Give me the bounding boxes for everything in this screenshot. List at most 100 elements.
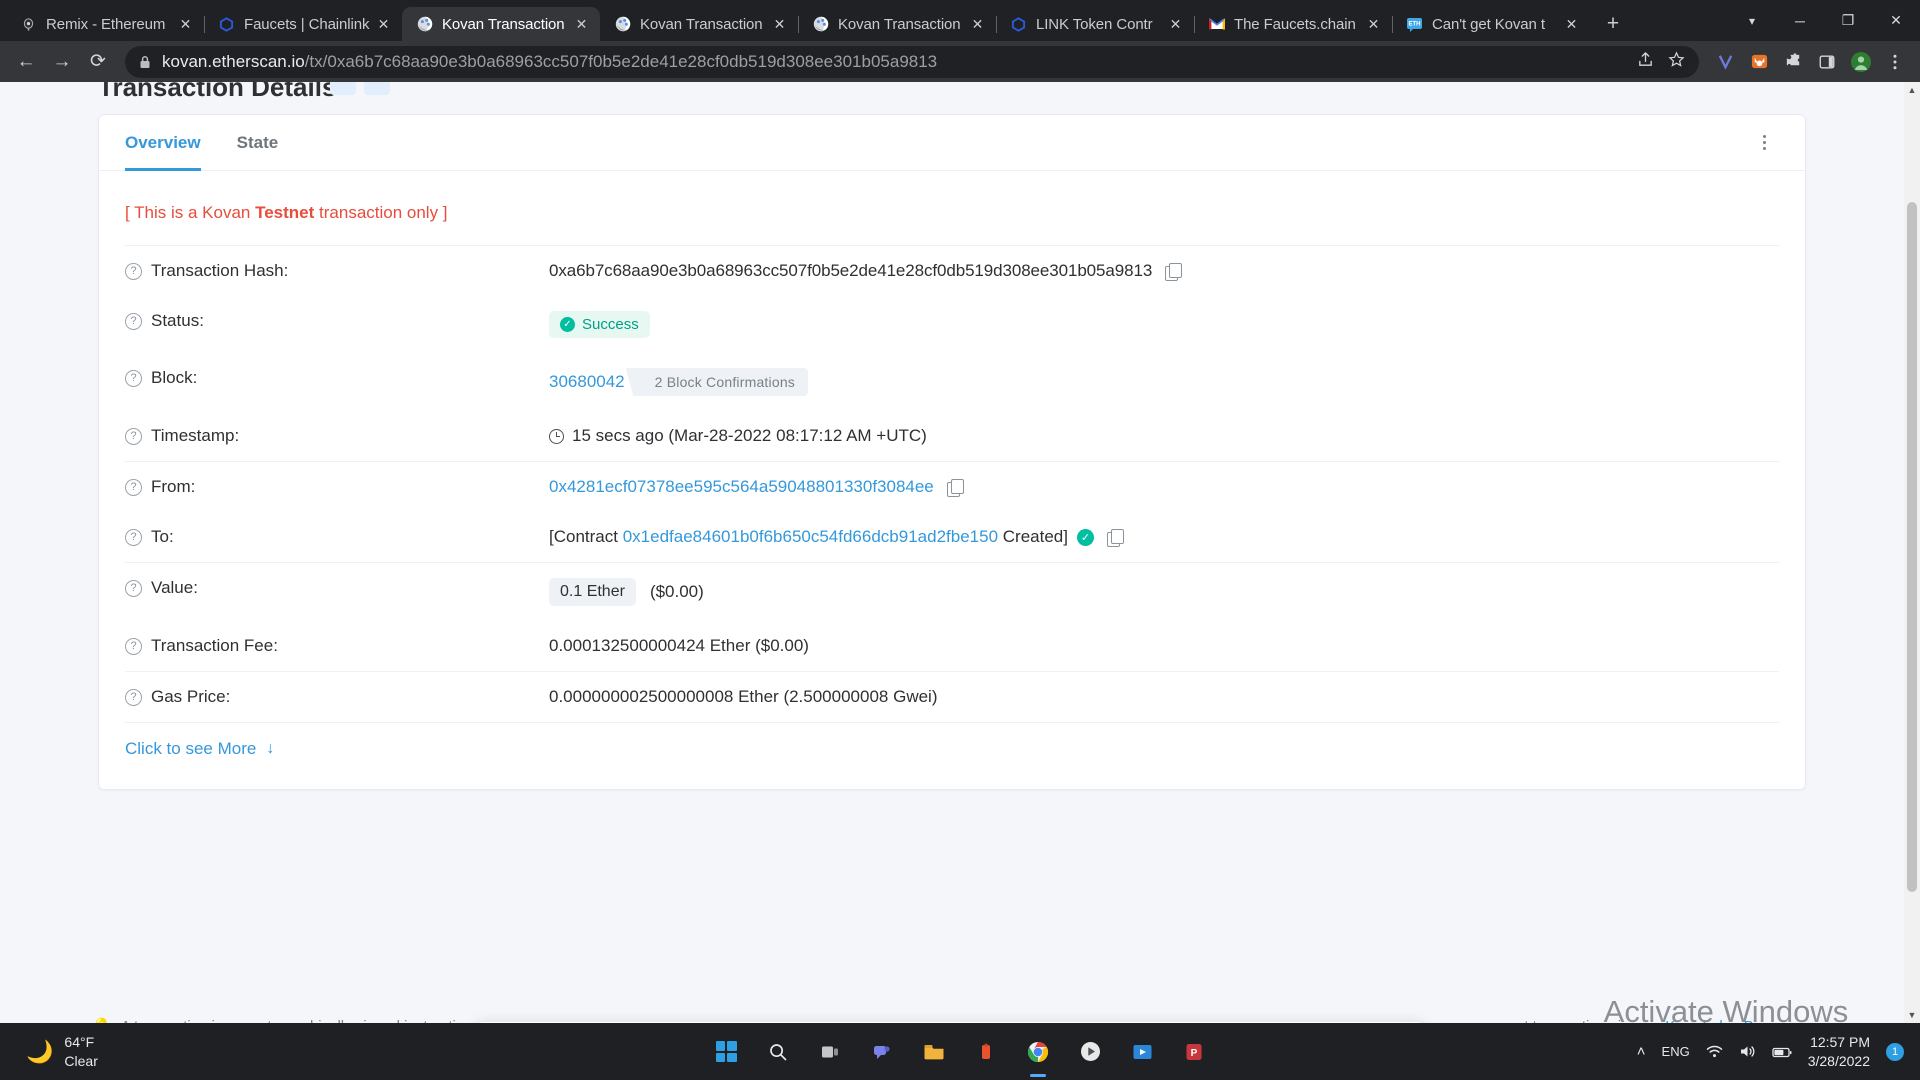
eth-chat-icon: ETH (1406, 16, 1423, 33)
help-icon[interactable]: ? (125, 579, 142, 597)
browser-tab-7[interactable]: ETH Can't get Kovan t ✕ (1392, 7, 1590, 41)
kebab-menu-icon[interactable] (1749, 128, 1779, 158)
copy-icon[interactable] (1106, 528, 1124, 547)
share-icon[interactable] (1637, 51, 1654, 73)
help-icon[interactable]: ? (125, 478, 142, 496)
browser-tab-2[interactable]: Kovan Transaction ✕ (402, 7, 600, 41)
tools-icon[interactable] (971, 1037, 1001, 1067)
close-icon[interactable]: ✕ (176, 15, 195, 34)
file-explorer-icon[interactable] (919, 1037, 949, 1067)
label-text: Status: (151, 311, 204, 330)
copy-icon[interactable] (946, 478, 964, 497)
fox-extension-icon[interactable] (1743, 46, 1775, 78)
help-icon[interactable]: ? (125, 528, 142, 546)
row-value: 0xa6b7c68aa90e3b0a68963cc507f0b5e2de41e2… (549, 261, 1779, 281)
close-icon[interactable]: ✕ (1562, 15, 1581, 34)
help-icon[interactable]: ? (125, 262, 142, 280)
help-icon[interactable]: ? (125, 637, 142, 655)
scroll-up-icon[interactable]: ▲ (1904, 82, 1920, 98)
tab-overview[interactable]: Overview (125, 115, 201, 171)
label-text: Value: (151, 578, 198, 597)
close-icon[interactable]: ✕ (374, 15, 393, 34)
close-window-button[interactable]: ✕ (1872, 0, 1920, 41)
chevron-down-icon[interactable]: ▾ (1728, 0, 1776, 41)
tray-chevron-up-icon[interactable]: ˄ (1637, 1043, 1646, 1060)
wifi-icon[interactable] (1706, 1044, 1723, 1059)
chrome-icon[interactable] (1023, 1037, 1053, 1067)
block-confirmations: 2 Block Confirmations (634, 368, 809, 396)
maximize-button[interactable]: ❐ (1824, 0, 1872, 41)
new-tab-button[interactable]: + (1596, 7, 1630, 41)
task-view-icon[interactable] (815, 1037, 845, 1067)
contract-address-link[interactable]: 0x1edfae84601b0f6b650c54fd66dcb91ad2fbe1… (623, 527, 998, 547)
weather-widget[interactable]: 🌙 64°F Clear (0, 1033, 98, 1071)
moon-icon: 🌙 (26, 1038, 54, 1064)
block-number-link[interactable]: 30680042 (549, 372, 625, 392)
row-value: 15 secs ago (Mar-28-2022 08:17:12 AM +UT… (549, 426, 1779, 446)
browser-tab-0[interactable]: Remix - Ethereum ✕ (6, 7, 205, 41)
svg-text:ETH: ETH (1409, 21, 1421, 27)
puzzle-extension-icon[interactable] (1777, 46, 1809, 78)
row-label: ? Value: (125, 578, 549, 598)
from-address-link[interactable]: 0x4281ecf07378ee595c564a59048801330f3084… (549, 477, 934, 497)
pdf-app-icon[interactable]: P (1179, 1037, 1209, 1067)
teams-icon[interactable] (867, 1037, 897, 1067)
tab-strip: Remix - Ethereum ✕ Faucets | Chainlink ✕… (0, 0, 1920, 41)
help-icon[interactable]: ? (125, 312, 142, 330)
close-icon[interactable]: ✕ (1364, 15, 1383, 34)
help-icon[interactable]: ? (125, 688, 142, 706)
scrollbar-thumb[interactable] (1907, 202, 1917, 892)
label-text: Block: (151, 368, 198, 387)
clock-date: 3/28/2022 (1807, 1052, 1870, 1069)
label-text: Transaction Fee: (151, 636, 278, 655)
label-text: Transaction Hash: (151, 261, 289, 280)
address-bar[interactable]: kovan.etherscan.io/tx/0xa6b7c68aa90e3b0a… (125, 45, 1699, 78)
close-icon[interactable]: ✕ (572, 15, 591, 34)
row-value: 0x4281ecf07378ee595c564a59048801330f3084… (549, 477, 1779, 497)
help-icon[interactable]: ? (125, 427, 142, 445)
see-more-label: Click to see More (125, 739, 257, 758)
tab-state[interactable]: State (237, 115, 279, 170)
copy-icon[interactable] (1165, 262, 1183, 281)
chrome-menu-icon[interactable] (1879, 46, 1911, 78)
browser-tab-5[interactable]: LINK Token Contr ✕ (996, 7, 1195, 41)
close-icon[interactable]: ✕ (770, 15, 789, 34)
browser-tab-1[interactable]: Faucets | Chainlink ✕ (204, 7, 403, 41)
notification-badge[interactable]: 1 (1886, 1042, 1904, 1061)
browser-tab-6[interactable]: The Faucets.chain ✕ (1194, 7, 1393, 41)
browser-tab-4[interactable]: Kovan Transaction ✕ (798, 7, 997, 41)
close-icon[interactable]: ✕ (1166, 15, 1185, 34)
star-icon[interactable] (1668, 50, 1685, 73)
profile-avatar-icon[interactable] (1845, 46, 1877, 78)
row-value-amount: ? Value: 0.1 Ether ($0.00) (125, 563, 1779, 621)
start-icon[interactable] (711, 1037, 741, 1067)
battery-icon[interactable] (1772, 1045, 1792, 1059)
click-to-see-more-button[interactable]: Click to see More ↓ (125, 723, 1779, 759)
sidebar-icon[interactable] (1811, 46, 1843, 78)
lock-icon (139, 55, 151, 69)
language-indicator[interactable]: ENG (1662, 1044, 1690, 1059)
row-value: [Contract 0x1edfae84601b0f6b650c54fd66dc… (549, 527, 1779, 547)
taskbar-apps: P (711, 1037, 1209, 1067)
volume-icon[interactable] (1739, 1044, 1756, 1059)
browser-tab-3[interactable]: Kovan Transaction ✕ (600, 7, 799, 41)
back-icon[interactable]: ← (9, 45, 43, 79)
media-player-icon[interactable] (1075, 1037, 1105, 1067)
help-icon[interactable]: ? (125, 369, 142, 387)
page-scrollbar[interactable]: ▲ ▼ (1904, 82, 1920, 1023)
row-label: ? Status: (125, 311, 549, 331)
search-icon[interactable] (763, 1037, 793, 1067)
scroll-down-icon[interactable]: ▼ (1904, 1007, 1920, 1023)
forward-icon[interactable]: → (45, 45, 79, 79)
close-icon[interactable]: ✕ (968, 15, 987, 34)
check-icon: ✓ (560, 317, 575, 332)
row-value: 0.1 Ether ($0.00) (549, 578, 1779, 606)
row-transaction-hash: ? Transaction Hash: 0xa6b7c68aa90e3b0a68… (125, 246, 1779, 296)
v-extension-icon[interactable] (1709, 46, 1741, 78)
taskbar-clock[interactable]: 12:57 PM 3/28/2022 (1808, 1033, 1870, 1071)
reload-icon[interactable]: ⟳ (81, 45, 115, 79)
row-label: ? Transaction Fee: (125, 636, 549, 656)
video-editor-icon[interactable] (1127, 1037, 1157, 1067)
row-label: ? Gas Price: (125, 687, 549, 707)
minimize-button[interactable]: ─ (1776, 0, 1824, 41)
